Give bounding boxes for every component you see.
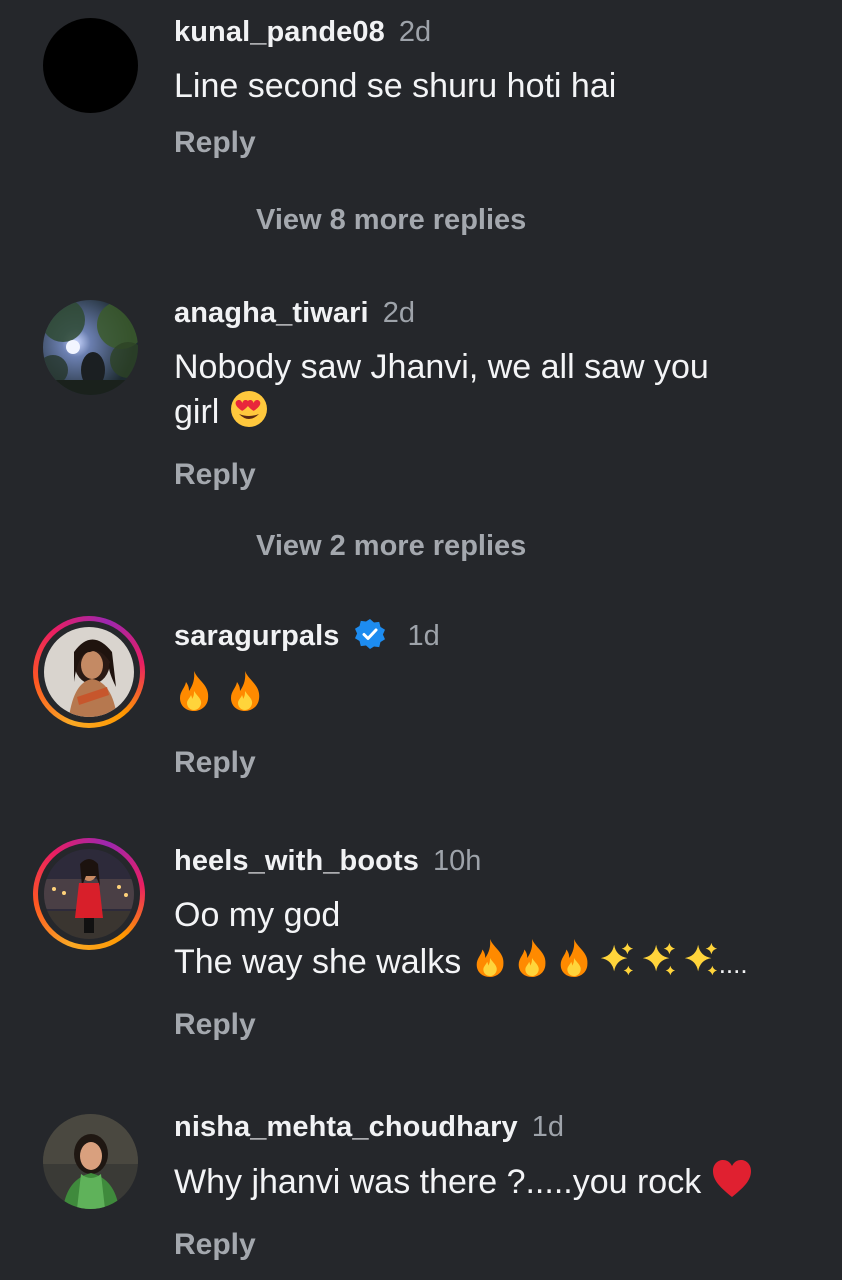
sparkles-emoji-icon	[681, 941, 719, 990]
fire-emoji-icon	[225, 669, 265, 724]
woman-green-photo-icon	[43, 1114, 138, 1209]
story-ring-avatar[interactable]	[33, 616, 145, 728]
verified-badge-icon	[354, 618, 386, 659]
heart-eyes-emoji-icon	[229, 389, 269, 440]
view-more-replies-button[interactable]: View 2 more replies	[256, 530, 526, 563]
woman-red-dress-photo-icon	[44, 849, 134, 939]
sparkles-emoji-icon	[639, 941, 677, 990]
username[interactable]: nisha_mehta_choudhary	[174, 1111, 518, 1143]
reply-button[interactable]: Reply	[174, 1228, 812, 1262]
username[interactable]: anagha_tiwari	[174, 297, 369, 329]
reply-button[interactable]: Reply	[174, 458, 812, 492]
comment-text: Oo my god The way she walks ....	[174, 893, 812, 990]
view-more-replies-button[interactable]: View 8 more replies	[256, 204, 526, 237]
tree-photo-icon	[43, 300, 138, 395]
woman-photo-icon	[44, 627, 134, 717]
fire-emoji-icon	[513, 937, 551, 990]
comment-text	[174, 669, 812, 724]
fire-emoji-icon	[174, 669, 214, 724]
fire-emoji-icon	[471, 937, 509, 990]
reply-button[interactable]: Reply	[174, 126, 812, 160]
sparkles-emoji-icon	[597, 941, 635, 990]
username[interactable]: heels_with_boots	[174, 845, 419, 877]
fire-emoji-icon	[555, 937, 593, 990]
avatar[interactable]	[43, 1114, 138, 1209]
comment-text: Line second se shuru hoti hai	[174, 67, 617, 105]
comment-text: Nobody saw Jhanvi, we all saw you girl	[174, 345, 812, 440]
username[interactable]: saragurpals	[174, 620, 340, 652]
story-ring-avatar[interactable]	[33, 838, 145, 950]
reply-button[interactable]: Reply	[174, 1008, 812, 1042]
username[interactable]: kunal_pande08	[174, 16, 385, 48]
avatar[interactable]	[43, 18, 138, 113]
timestamp: 2d	[398, 16, 432, 48]
timestamp: 1d	[531, 1111, 565, 1143]
timestamp: 10h	[432, 845, 482, 877]
timestamp: 1d	[407, 620, 440, 652]
reply-button[interactable]: Reply	[174, 746, 812, 780]
timestamp: 2d	[382, 297, 415, 329]
avatar[interactable]	[43, 300, 138, 395]
red-heart-emoji-icon	[711, 1159, 753, 1210]
comment-text: Why jhanvi was there ?.....you rock	[174, 1159, 812, 1210]
